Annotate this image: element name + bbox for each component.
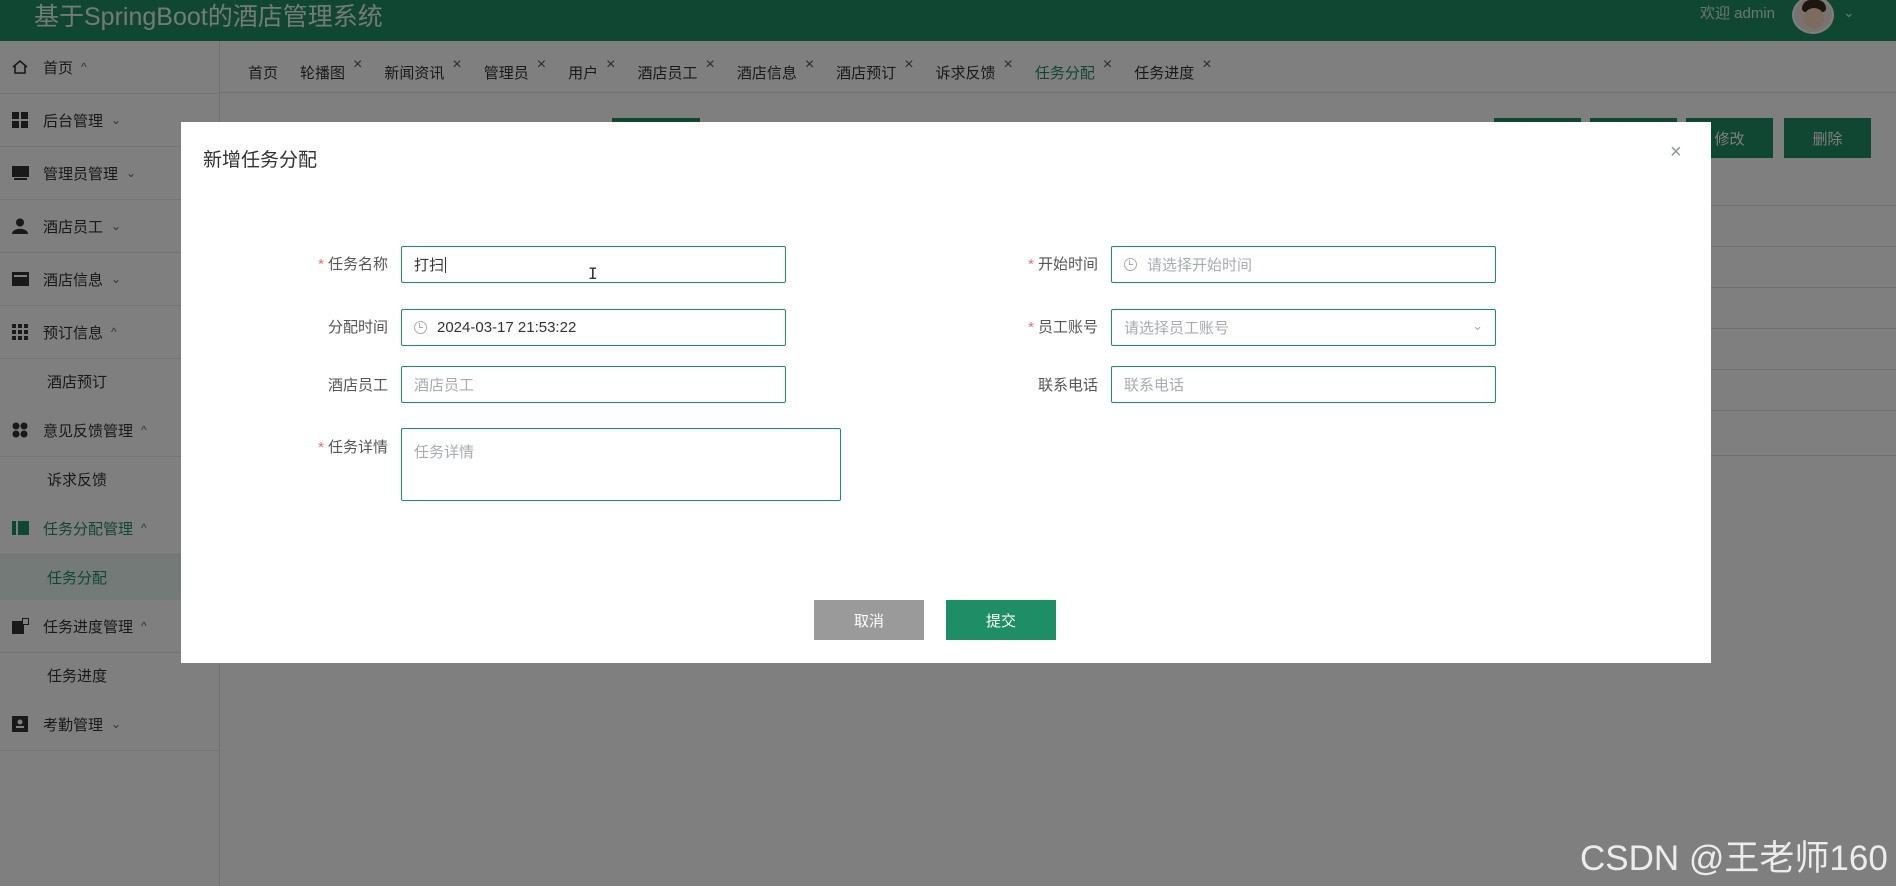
start-time-picker[interactable]: 请选择开始时间 bbox=[1111, 246, 1496, 283]
staff-label: 酒店员工 bbox=[327, 377, 388, 394]
clock-icon bbox=[414, 321, 427, 334]
task-name-label: * 任务名称 bbox=[318, 256, 388, 273]
assign-time-label: 分配时间 bbox=[327, 319, 388, 336]
submit-button[interactable]: 提交 bbox=[946, 600, 1056, 640]
phone-input[interactable]: 联系电话 bbox=[1111, 366, 1496, 403]
details-textarea[interactable]: 任务详情 bbox=[401, 428, 841, 501]
staff-account-select[interactable]: 请选择员工账号 ⌄ bbox=[1111, 309, 1496, 346]
staff-account-label: * 员工账号 bbox=[1028, 319, 1098, 336]
add-task-dialog: 新增任务分配 × * 任务名称 打扫 * 开始时间 请选择开始时间 分配时间 202… bbox=[181, 122, 1711, 663]
clock-icon bbox=[1124, 258, 1137, 271]
staff-input[interactable]: 酒店员工 bbox=[401, 366, 786, 403]
chevron-down-icon: ⌄ bbox=[1472, 318, 1483, 333]
text-cursor-icon: I bbox=[588, 264, 598, 283]
start-time-label: * 开始时间 bbox=[1028, 256, 1098, 273]
dialog-title: 新增任务分配 bbox=[203, 150, 318, 171]
close-icon[interactable]: × bbox=[1670, 141, 1682, 164]
details-label: * 任务详情 bbox=[318, 439, 388, 456]
watermark: CSDN @王老师160 bbox=[1580, 839, 1888, 878]
cancel-button[interactable]: 取消 bbox=[814, 600, 924, 640]
assign-time-picker[interactable]: 2024-03-17 21:53:22 bbox=[401, 309, 786, 346]
phone-label: 联系电话 bbox=[1037, 377, 1098, 394]
